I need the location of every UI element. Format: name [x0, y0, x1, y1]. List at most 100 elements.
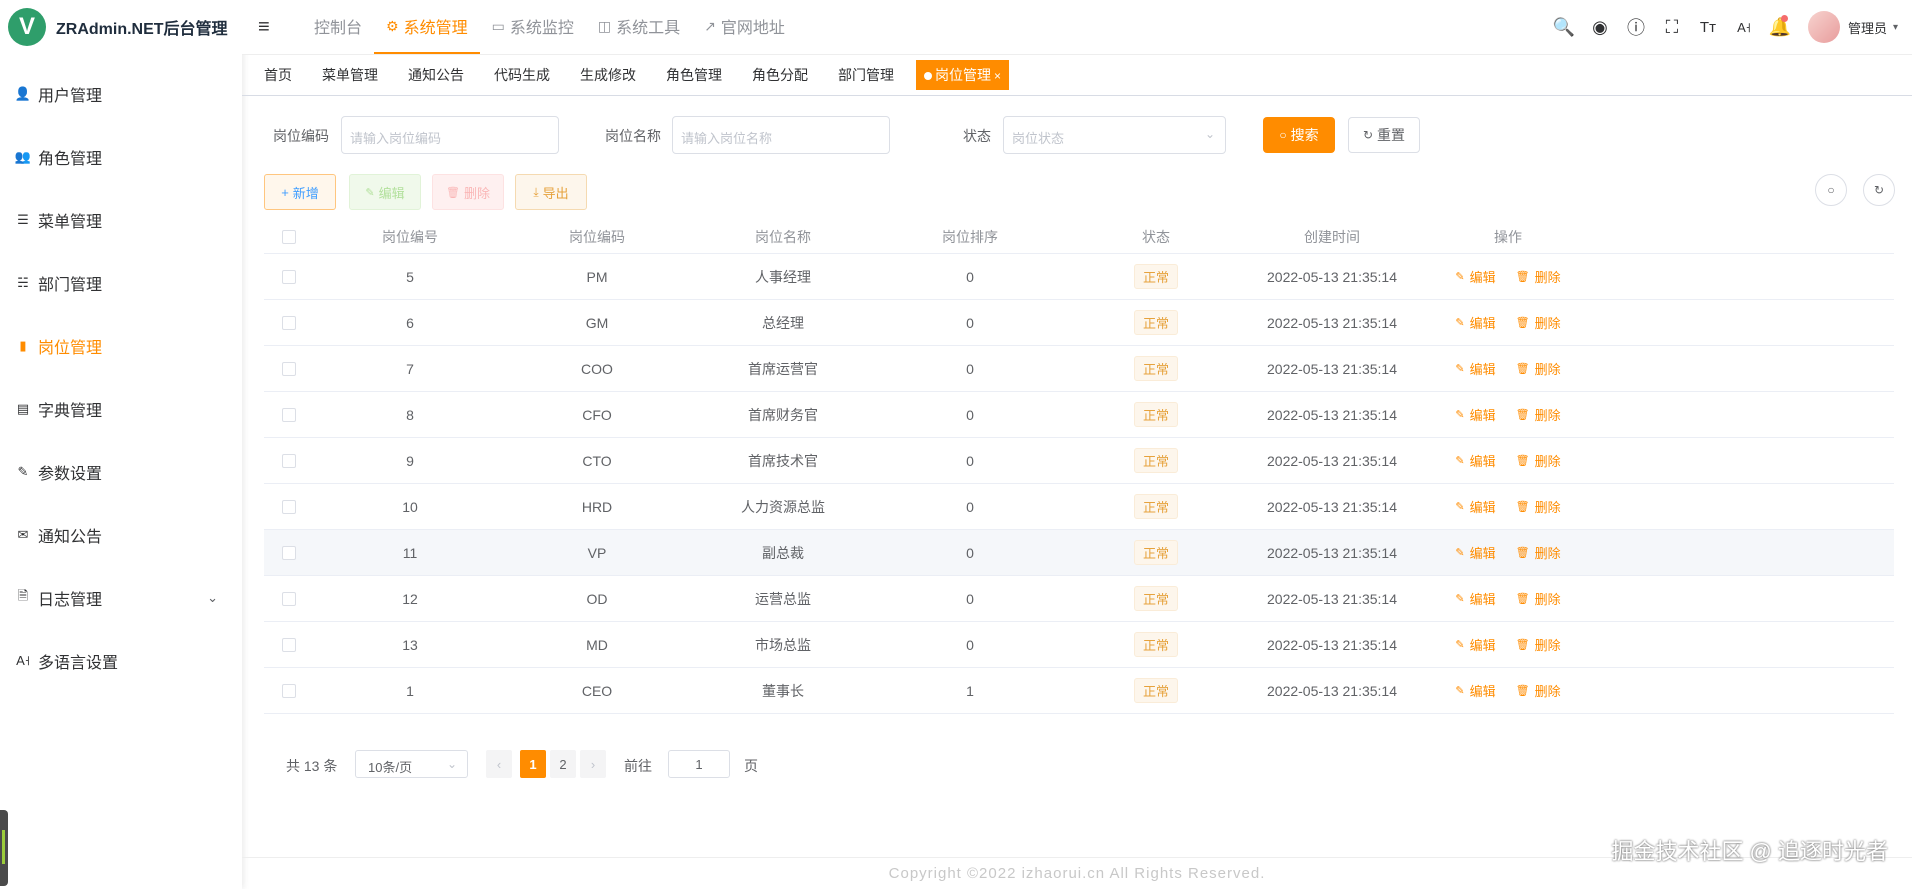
bell-icon[interactable]: 🔔: [1762, 14, 1798, 38]
sidebar-item-2[interactable]: ☰ 菜单管理: [0, 188, 242, 251]
sidebar-item-9[interactable]: A˧ 多语言设置: [0, 629, 242, 692]
edit-link[interactable]: ✎ 编辑: [1455, 451, 1495, 470]
sidebar-item-5[interactable]: ▤ 字典管理: [0, 377, 242, 440]
edit-link[interactable]: ✎ 编辑: [1455, 681, 1495, 700]
side-drag-handle[interactable]: [0, 810, 8, 886]
user-name[interactable]: 管理员: [1848, 18, 1887, 37]
reset-button[interactable]: ↻ 重置: [1348, 117, 1420, 153]
edit-link[interactable]: ✎ 编辑: [1455, 497, 1495, 516]
help-icon[interactable]: ⓘ: [1618, 14, 1654, 40]
hamburger-icon[interactable]: ≡: [258, 16, 288, 39]
top-tab-4[interactable]: ↗ 官网地址: [692, 0, 797, 54]
search-icon: ○: [1279, 128, 1287, 142]
sidebar-item-4[interactable]: ▮ 岗位管理: [0, 314, 242, 377]
delete-link[interactable]: 🗑 删除: [1516, 359, 1561, 378]
font-size-icon[interactable]: Tᴛ: [1690, 19, 1726, 36]
status-label: 状态: [963, 128, 991, 144]
top-tab-1[interactable]: ⚙ 系统管理: [374, 0, 480, 54]
row-checkbox[interactable]: [282, 453, 296, 468]
sidebar-item-3[interactable]: ☵ 部门管理: [0, 251, 242, 314]
tag-7[interactable]: 部门管理: [838, 65, 894, 85]
next-page-button[interactable]: ›: [580, 750, 606, 778]
close-icon[interactable]: ×: [994, 69, 1001, 83]
table-row[interactable]: 12 OD 运营总监 0 正常 2022-05-13 21:35:14 ✎ 编辑 🗑 删除: [264, 576, 1894, 622]
row-checkbox[interactable]: [282, 407, 296, 422]
fullscreen-icon[interactable]: ⛶: [1654, 17, 1690, 38]
github-icon[interactable]: ◉: [1582, 17, 1618, 38]
tag-2[interactable]: 通知公告: [408, 65, 464, 85]
delete-link[interactable]: 🗑 删除: [1516, 313, 1561, 332]
sidebar-item-0[interactable]: 👤 用户管理: [0, 62, 242, 125]
tag-6[interactable]: 角色分配: [752, 65, 808, 85]
export-button[interactable]: ⤓ 导出: [515, 174, 587, 210]
edit-link[interactable]: ✎ 编辑: [1455, 405, 1495, 424]
edit-link[interactable]: ✎ 编辑: [1455, 543, 1495, 562]
delete-link[interactable]: 🗑 删除: [1516, 451, 1561, 470]
row-checkbox[interactable]: [282, 591, 296, 606]
delete-link[interactable]: 🗑 删除: [1516, 589, 1561, 608]
table-row[interactable]: 10 HRD 人力资源总监 0 正常 2022-05-13 21:35:14 ✎ 编辑 🗑 删除: [264, 484, 1894, 530]
page-size-select[interactable]: 10条/页 ⌄: [355, 750, 468, 778]
post-name-input[interactable]: 请输入岗位名称: [672, 116, 890, 154]
status-select[interactable]: 岗位状态 ⌄: [1003, 116, 1226, 154]
row-checkbox[interactable]: [282, 545, 296, 560]
edit-link[interactable]: ✎ 编辑: [1455, 267, 1495, 286]
delete-link[interactable]: 🗑 删除: [1516, 405, 1561, 424]
table-row[interactable]: 7 COO 首席运营官 0 正常 2022-05-13 21:35:14 ✎ 编辑 🗑 删除: [264, 346, 1894, 392]
delete-link[interactable]: 🗑 删除: [1516, 635, 1561, 654]
select-all-checkbox[interactable]: [282, 229, 296, 244]
delete-button[interactable]: 🗑 删除: [432, 174, 504, 210]
post-code-input[interactable]: 请输入岗位编码: [341, 116, 559, 154]
sidebar-item-1[interactable]: 👥 角色管理: [0, 125, 242, 188]
table-row[interactable]: 9 CTO 首席技术官 0 正常 2022-05-13 21:35:14 ✎ 编辑 🗑 删除: [264, 438, 1894, 484]
delete-link[interactable]: 🗑 删除: [1516, 267, 1561, 286]
table-row[interactable]: 6 GM 总经理 0 正常 2022-05-13 21:35:14 ✎ 编辑 🗑 删除: [264, 300, 1894, 346]
tag-3[interactable]: 代码生成: [494, 65, 550, 85]
row-checkbox[interactable]: [282, 637, 296, 652]
language-icon[interactable]: A˧: [1726, 20, 1762, 35]
edit-link[interactable]: ✎ 编辑: [1455, 359, 1495, 378]
tag-1[interactable]: 菜单管理: [322, 65, 378, 85]
goto-page-input[interactable]: 1: [668, 750, 730, 778]
search-button[interactable]: ○ 搜索: [1263, 117, 1335, 153]
edit-link[interactable]: ✎ 编辑: [1455, 635, 1495, 654]
edit-button[interactable]: ✎ 编辑: [349, 174, 421, 210]
delete-link[interactable]: 🗑 删除: [1516, 681, 1561, 700]
table-row[interactable]: 1 CEO 董事长 1 正常 2022-05-13 21:35:14 ✎ 编辑 🗑 删除: [264, 668, 1894, 714]
avatar[interactable]: [1807, 11, 1840, 43]
tag-active[interactable]: 岗位管理 ×: [916, 60, 1010, 90]
table-row[interactable]: 11 VP 副总裁 0 正常 2022-05-13 21:35:14 ✎ 编辑 🗑 删除: [264, 530, 1894, 576]
add-button[interactable]: + 新增: [264, 174, 336, 210]
refresh-table-button[interactable]: ↻: [1863, 174, 1895, 206]
table-row[interactable]: 8 CFO 首席财务官 0 正常 2022-05-13 21:35:14 ✎ 编辑 🗑 删除: [264, 392, 1894, 438]
caret-down-icon[interactable]: ▾: [1893, 22, 1898, 33]
row-checkbox[interactable]: [282, 269, 296, 284]
top-tab-2[interactable]: ▭ 系统监控: [480, 0, 586, 54]
search-icon[interactable]: 🔍: [1546, 17, 1582, 38]
sidebar-item-6[interactable]: ✎ 参数设置: [0, 440, 242, 503]
row-checkbox[interactable]: [282, 361, 296, 376]
top-tab-0[interactable]: 控制台: [302, 0, 374, 54]
table-row[interactable]: 5 PM 人事经理 0 正常 2022-05-13 21:35:14 ✎ 编辑 🗑 删除: [264, 254, 1894, 300]
row-checkbox[interactable]: [282, 315, 296, 330]
create-time: 2022-05-13 21:35:14: [1267, 406, 1397, 423]
toggle-search-button[interactable]: ○: [1815, 174, 1847, 206]
delete-link[interactable]: 🗑 删除: [1516, 543, 1561, 562]
table-row[interactable]: 13 MD 市场总监 0 正常 2022-05-13 21:35:14 ✎ 编辑 🗑 删除: [264, 622, 1894, 668]
edit-link[interactable]: ✎ 编辑: [1455, 589, 1495, 608]
sidebar-item-8[interactable]: 🗎 日志管理 ⌄: [0, 566, 242, 629]
tag-5[interactable]: 角色管理: [666, 65, 722, 85]
post-sort: 0: [966, 360, 974, 377]
prev-page-button[interactable]: ‹: [486, 750, 512, 778]
page-1-button[interactable]: 1: [520, 750, 546, 778]
row-checkbox[interactable]: [282, 499, 296, 514]
edit-link[interactable]: ✎ 编辑: [1455, 313, 1495, 332]
top-tab-3[interactable]: ◫ 系统工具: [586, 0, 692, 54]
sidebar-item-7[interactable]: ✉ 通知公告: [0, 503, 242, 566]
logo[interactable]: V ZRAdmin.NET后台管理: [0, 0, 242, 54]
delete-link[interactable]: 🗑 删除: [1516, 497, 1561, 516]
row-checkbox[interactable]: [282, 683, 296, 698]
page-2-button[interactable]: 2: [550, 750, 576, 778]
tag-0[interactable]: 首页: [264, 65, 292, 85]
tag-4[interactable]: 生成修改: [580, 65, 636, 85]
